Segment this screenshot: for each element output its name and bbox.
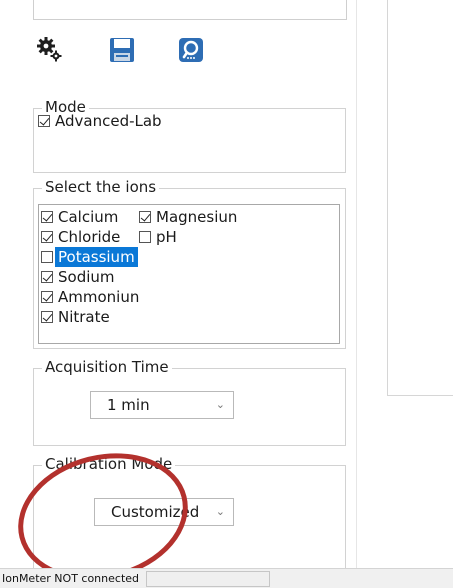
calibration-mode-legend: Calibration Mode	[42, 454, 176, 474]
advanced-lab-checkbox-row[interactable]: Advanced-Lab	[38, 111, 162, 131]
acquisition-time-value: 1 min	[107, 396, 150, 414]
top-group-box	[33, 0, 347, 20]
calcium-checkbox[interactable]	[41, 211, 53, 223]
ion-item-potassium[interactable]: Potassium	[41, 247, 138, 267]
acquisition-time-select[interactable]: 1 min ⌄	[90, 391, 234, 419]
advanced-lab-label: Advanced-Lab	[55, 112, 162, 130]
nitrate-checkbox[interactable]	[41, 311, 53, 323]
ion-item-sodium[interactable]: Sodium	[41, 267, 115, 287]
ammonium-checkbox[interactable]	[41, 291, 53, 303]
right-content-panel	[387, 0, 453, 396]
calibration-mode-value: Customized	[111, 503, 200, 521]
potassium-checkbox[interactable]	[41, 251, 53, 263]
magnesium-checkbox[interactable]	[139, 211, 151, 223]
ion-item-chloride[interactable]: Chloride	[41, 227, 120, 247]
search-icon[interactable]	[177, 36, 205, 64]
ion-item-nitrate[interactable]: Nitrate	[41, 307, 110, 327]
ions-legend: Select the ions	[42, 177, 160, 197]
nitrate-label: Nitrate	[58, 308, 110, 326]
magnesium-label: Magnesiun	[156, 208, 238, 226]
ion-item-magnesium[interactable]: Magnesiun	[139, 207, 237, 227]
calcium-label: Calcium	[58, 208, 119, 226]
connection-status-text: IonMeter NOT connected	[2, 572, 140, 585]
ions-group: Select the ions Calcium Magnesiun Chlori…	[33, 177, 346, 349]
mode-group: Mode Advanced-Lab	[33, 97, 346, 173]
gear-icon[interactable]	[36, 36, 64, 64]
acquisition-time-group: Acquisition Time 1 min ⌄	[33, 357, 346, 446]
chloride-label: Chloride	[58, 228, 121, 246]
save-icon[interactable]	[108, 36, 136, 64]
sodium-checkbox[interactable]	[41, 271, 53, 283]
sodium-label: Sodium	[58, 268, 115, 286]
ph-checkbox[interactable]	[139, 231, 151, 243]
chevron-down-icon: ⌄	[215, 505, 225, 518]
status-bar: IonMeter NOT connected	[0, 568, 453, 588]
potassium-label: Potassium	[55, 247, 138, 267]
ions-list[interactable]: Calcium Magnesiun Chloride pH Potassium …	[38, 204, 340, 344]
ion-item-calcium[interactable]: Calcium	[41, 207, 118, 227]
status-field	[146, 571, 270, 587]
ammonium-label: Ammoniun	[58, 288, 140, 306]
calibration-mode-group: Calibration Mode Customized ⌄	[33, 454, 346, 575]
chevron-down-icon: ⌄	[215, 398, 225, 411]
ion-item-ph[interactable]: pH	[139, 227, 177, 247]
advanced-lab-checkbox[interactable]	[38, 115, 50, 127]
chloride-checkbox[interactable]	[41, 231, 53, 243]
acquisition-time-legend: Acquisition Time	[42, 357, 172, 377]
ph-label: pH	[156, 228, 177, 246]
calibration-mode-select[interactable]: Customized ⌄	[94, 498, 234, 526]
settings-panel: Mode Advanced-Lab Select the ions Calciu…	[0, 0, 357, 584]
ion-item-ammonium[interactable]: Ammoniun	[41, 287, 139, 307]
